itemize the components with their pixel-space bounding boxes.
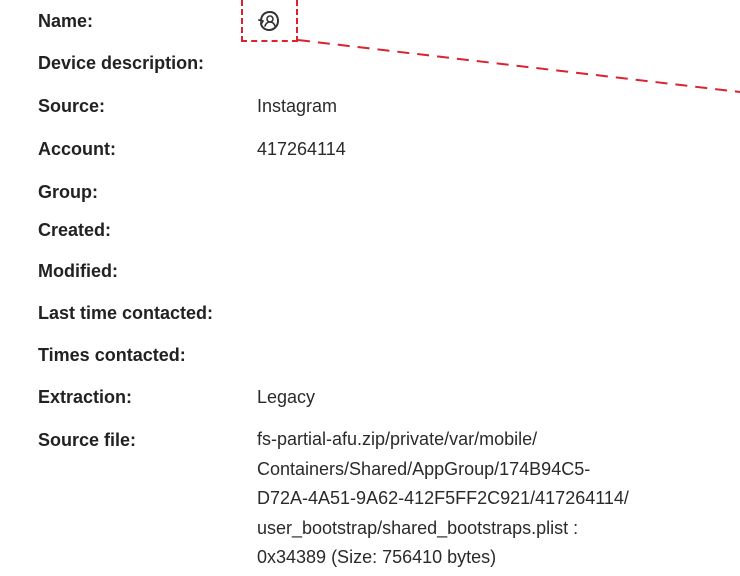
device-description-label: Device description: — [38, 53, 205, 73]
source-label: Source: — [38, 96, 106, 116]
source-file-line: fs-partial-afu.zip/private/var/mobile/ — [257, 429, 538, 449]
extraction-label: Extraction: — [38, 387, 133, 407]
source-file-line: user_bootstrap/shared_bootstraps.plist : — [257, 517, 579, 538]
highlight-box — [241, 0, 298, 42]
source-file-line: D72A-4A51-9A62-412F5FF2C921/417264114/ — [257, 488, 629, 508]
last-time-contacted-label: Last time contacted: — [38, 303, 214, 323]
extraction-value: Legacy — [257, 387, 316, 407]
account-value: 417264114 — [257, 139, 346, 159]
source-value: Instagram — [257, 96, 338, 116]
name-label: Name: — [38, 11, 94, 31]
times-contacted-label: Times contacted: — [38, 345, 186, 365]
contact-details-panel: Name: Device description: Source: Instag… — [0, 0, 740, 576]
source-file-line: 0x34389 (Size: 756410 bytes) — [257, 547, 497, 567]
group-label: Group: — [38, 182, 98, 202]
source-file-line: Containers/Shared/AppGroup/174B94C5- — [257, 458, 591, 479]
modified-label: Modified: — [38, 261, 118, 281]
source-file-label: Source file: — [38, 430, 137, 450]
account-label: Account: — [38, 139, 116, 159]
source-file-value[interactable]: fs-partial-afu.zip/private/var/mobile/ C… — [257, 425, 727, 573]
created-label: Created: — [38, 220, 112, 240]
